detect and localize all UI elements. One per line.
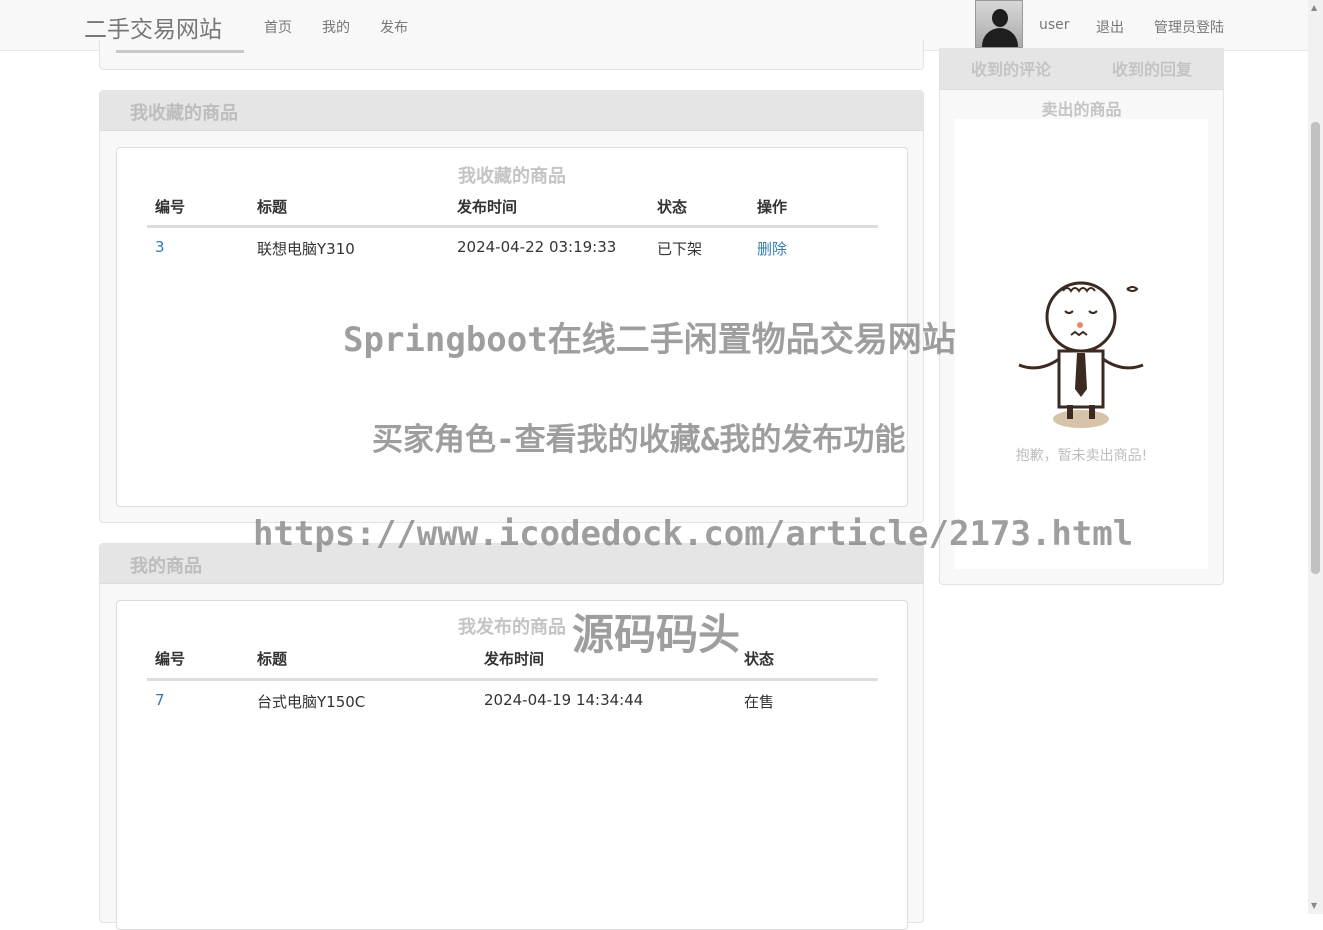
sold-goods-title: 卖出的商品 (1041, 100, 1122, 119)
avatar-head-shape (992, 9, 1008, 27)
favorite-title: 联想电脑Y310 (257, 240, 355, 258)
tab-received-comments[interactable]: 收到的评论 (971, 56, 1051, 80)
sorry-cartoon-icon (1018, 281, 1144, 428)
empty-sold-message: 抱歉，暂未卖出商品! (1015, 448, 1148, 464)
col-header-time: 发布时间 (484, 650, 545, 668)
table-header-divider (147, 678, 878, 681)
sold-goods-empty-box: 抱歉，暂未卖出商品! (955, 119, 1208, 569)
favorite-id-link[interactable]: 3 (155, 238, 165, 256)
tab-received-replies[interactable]: 收到的回复 (1112, 56, 1192, 80)
favorites-table-caption: 我收藏的商品 (458, 166, 566, 187)
goods-time: 2024-04-19 14:34:44 (484, 691, 644, 709)
my-goods-table-box: 我发布的商品 编号 标题 发布时间 状态 7 台式电脑Y150C 2024-04… (116, 600, 908, 930)
col-header-status: 状态 (657, 198, 688, 216)
goods-title: 台式电脑Y150C (257, 693, 366, 711)
col-header-title: 标题 (257, 650, 288, 668)
col-header-time: 发布时间 (457, 198, 518, 216)
nav-home[interactable]: 首页 (264, 17, 292, 37)
watermark-url: https://www.icodedock.com/article/2173.h… (253, 514, 1134, 554)
site-brand[interactable]: 二手交易网站 (84, 10, 222, 44)
goods-status: 在售 (744, 693, 775, 711)
scroll-down-icon[interactable]: ▼ (1311, 901, 1317, 910)
nav-mine[interactable]: 我的 (322, 17, 350, 37)
col-header-status: 状态 (744, 650, 775, 668)
col-header-title: 标题 (257, 198, 288, 216)
my-goods-panel: 我的商品 我发布的商品 编号 标题 发布时间 状态 7 台式电脑Y150C 20… (99, 543, 924, 930)
previous-panel-remnant (99, 40, 924, 70)
goods-id-link[interactable]: 7 (155, 691, 165, 709)
avatar-body-shape (982, 28, 1018, 47)
logout-link[interactable]: 退出 (1096, 17, 1124, 37)
watermark-title: Springboot在线二手闲置物品交易网站 (343, 320, 956, 360)
watermark-brand: 源码码头 (572, 610, 741, 659)
sidebar-panel: 收到的评论 收到的回复 卖出的商品 抱歉，暂未卖出商品! (939, 48, 1224, 585)
col-header-id: 编号 (155, 198, 186, 216)
table-header-divider (147, 225, 878, 228)
favorite-status: 已下架 (657, 240, 703, 258)
scroll-up-icon[interactable]: ▲ (1311, 3, 1317, 12)
favorite-time: 2024-04-22 03:19:33 (457, 238, 617, 256)
my-goods-table-caption: 我发布的商品 (458, 617, 566, 638)
nav-publish[interactable]: 发布 (380, 17, 408, 37)
col-header-id: 编号 (155, 650, 186, 668)
col-header-action: 操作 (757, 198, 788, 216)
user-avatar[interactable] (975, 0, 1023, 48)
scrollbar-thumb[interactable] (1311, 122, 1320, 574)
favorites-panel-title: 我收藏的商品 (100, 91, 923, 131)
username-link[interactable]: user (1039, 17, 1070, 33)
delete-favorite-link[interactable]: 删除 (757, 238, 787, 259)
active-tab-underline (116, 50, 244, 53)
sidebar-tab-bar: 收到的评论 收到的回复 (940, 48, 1223, 90)
watermark-subtitle: 买家角色-查看我的收藏&我的发布功能 (372, 422, 906, 458)
admin-login-link[interactable]: 管理员登陆 (1154, 17, 1224, 37)
